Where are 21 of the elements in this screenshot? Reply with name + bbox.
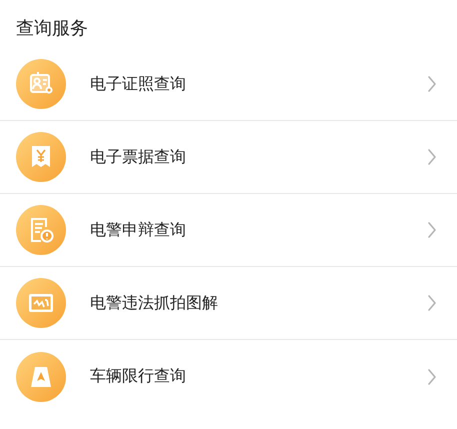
id-card-icon xyxy=(16,59,66,109)
section-title: 查询服务 xyxy=(15,17,89,41)
item-label: 电警申辩查询 xyxy=(90,220,187,240)
list-item[interactable]: 电子证照查询 xyxy=(0,48,457,121)
list-item[interactable]: 电警违法抓拍图解 xyxy=(0,267,457,340)
document-warning-icon xyxy=(16,205,66,255)
item-label: 电子票据查询 xyxy=(90,146,187,168)
photo-icon xyxy=(16,278,66,328)
item-label: 电子证照查询 xyxy=(90,74,187,94)
list-item[interactable]: 电子票据查询 xyxy=(0,121,457,194)
chevron-right-icon xyxy=(427,148,437,166)
list-item[interactable]: 车辆限行查询 xyxy=(0,340,457,413)
chevron-right-icon xyxy=(427,221,437,239)
chevron-right-icon xyxy=(427,75,437,93)
item-label: 车辆限行查询 xyxy=(90,366,187,387)
item-label: 电警违法抓拍图解 xyxy=(90,292,219,314)
list-item[interactable]: 电警申辩查询 xyxy=(0,194,457,267)
chevron-right-icon xyxy=(427,368,437,386)
road-icon xyxy=(16,352,66,402)
receipt-icon xyxy=(16,132,66,182)
chevron-right-icon xyxy=(427,294,437,312)
